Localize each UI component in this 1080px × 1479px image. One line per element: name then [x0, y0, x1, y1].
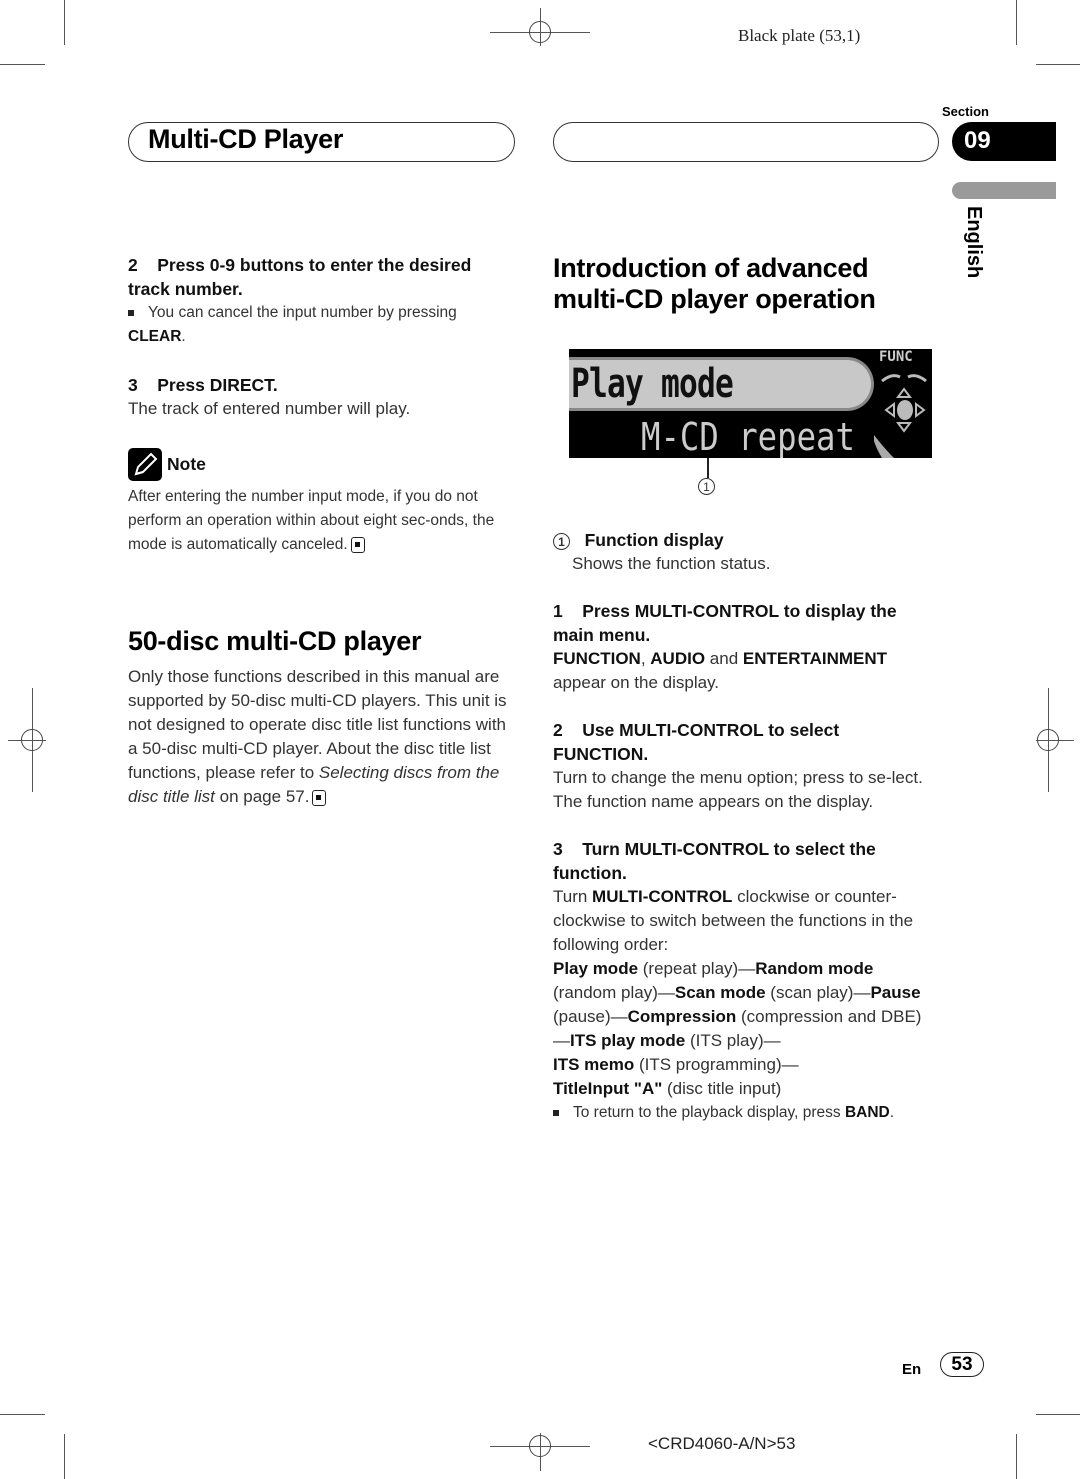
- multi-control-joystick-icon: [874, 374, 927, 458]
- function-order-item: ITS memo (ITS programming)—: [553, 1055, 799, 1074]
- display-line-2: M-CD repeat: [641, 415, 855, 458]
- right-step-2-body-1: Turn to change the menu option; press to…: [553, 768, 923, 787]
- end-mark-icon: [312, 789, 327, 806]
- language-code: En: [902, 1361, 922, 1378]
- note-body: After entering the number input mode, if…: [128, 488, 495, 553]
- note-label: Note: [167, 454, 206, 474]
- crop-mark: [1036, 64, 1080, 65]
- fifty-disc-body: Only those functions described in this m…: [128, 667, 507, 806]
- function-order-item: TitleInput "A" (disc title input): [553, 1079, 782, 1098]
- header-blank-pill: [553, 122, 939, 162]
- callout-leader-line: [707, 458, 709, 478]
- language-tab: [952, 182, 1056, 199]
- function-order-item: ITS play mode (ITS play)—: [570, 1031, 781, 1050]
- right-step-3-bullet: To return to the playback display, press…: [553, 1101, 938, 1125]
- step-2-bullet: You can cancel the input number by press…: [128, 304, 457, 345]
- section-number: 09: [964, 127, 991, 154]
- step-3-heading: 3 Press DIRECT.: [128, 375, 278, 395]
- bullet-icon: [553, 1109, 559, 1116]
- page-number: 53: [940, 1352, 984, 1377]
- crop-mark: [64, 0, 65, 45]
- footer-code: <CRD4060-A/N>53: [648, 1434, 796, 1453]
- left-column: 2 Press 0-9 buttons to enter the desired…: [128, 253, 513, 421]
- function-order-list: Play mode (repeat play)—Random mode (ran…: [553, 957, 938, 1101]
- callout-item-title: 1 Function display: [553, 528, 938, 552]
- registration-circle-icon: [21, 729, 43, 751]
- crop-mark: [64, 1434, 65, 1479]
- step-2-heading: 2 Press 0-9 buttons to enter the desired…: [128, 255, 472, 299]
- bullet-icon: [128, 309, 134, 316]
- display-line-1: Play mode: [571, 361, 734, 407]
- page-title: Multi-CD Player: [148, 124, 344, 154]
- right-step-1-body: FUNCTION, AUDIO and ENTERTAINMENT appear…: [553, 649, 888, 692]
- function-order-item: Play mode (repeat play)—: [553, 959, 756, 978]
- crop-mark: [1016, 0, 1017, 45]
- right-step-2-body-2: The function name appears on the display…: [553, 792, 874, 811]
- step-3-body: The track of entered number will play.: [128, 399, 411, 418]
- right-column: 1 Function display Shows the function st…: [553, 528, 938, 1125]
- function-display-illustration: Play mode M-CD repeat FUNC: [569, 349, 932, 458]
- fifty-disc-heading: 50-disc multi-CD player: [128, 626, 422, 656]
- registration-circle-icon: [529, 1435, 551, 1457]
- right-step-2-heading: 2 Use MULTI-CONTROL to select FUNCTION.: [553, 720, 840, 764]
- crop-mark: [0, 64, 45, 65]
- right-step-1-heading: 1 Press MULTI-CONTROL to display the mai…: [553, 601, 897, 645]
- crop-mark: [0, 1414, 45, 1415]
- right-step-3-heading: 3 Turn MULTI-CONTROL to select the funct…: [553, 839, 876, 883]
- crop-mark: [1036, 1414, 1080, 1415]
- plate-label: Black plate (53,1): [738, 26, 861, 45]
- function-order-item: Scan mode (scan play)—: [674, 983, 871, 1002]
- intro-heading: Introduction of advanced multi-CD player…: [553, 253, 876, 314]
- section-label: Section: [942, 104, 989, 119]
- language-label: English: [963, 206, 985, 279]
- callout-marker: 1: [698, 478, 715, 496]
- callout-item-body: Shows the function status.: [572, 554, 771, 573]
- pencil-note-icon: [128, 448, 162, 481]
- crop-mark: [1016, 1434, 1017, 1479]
- end-mark-icon: [350, 536, 365, 553]
- right-step-3-intro: Turn MULTI-CONTROL clockwise or counter-…: [553, 887, 914, 954]
- registration-circle-icon: [529, 21, 551, 43]
- registration-circle-icon: [1037, 729, 1059, 751]
